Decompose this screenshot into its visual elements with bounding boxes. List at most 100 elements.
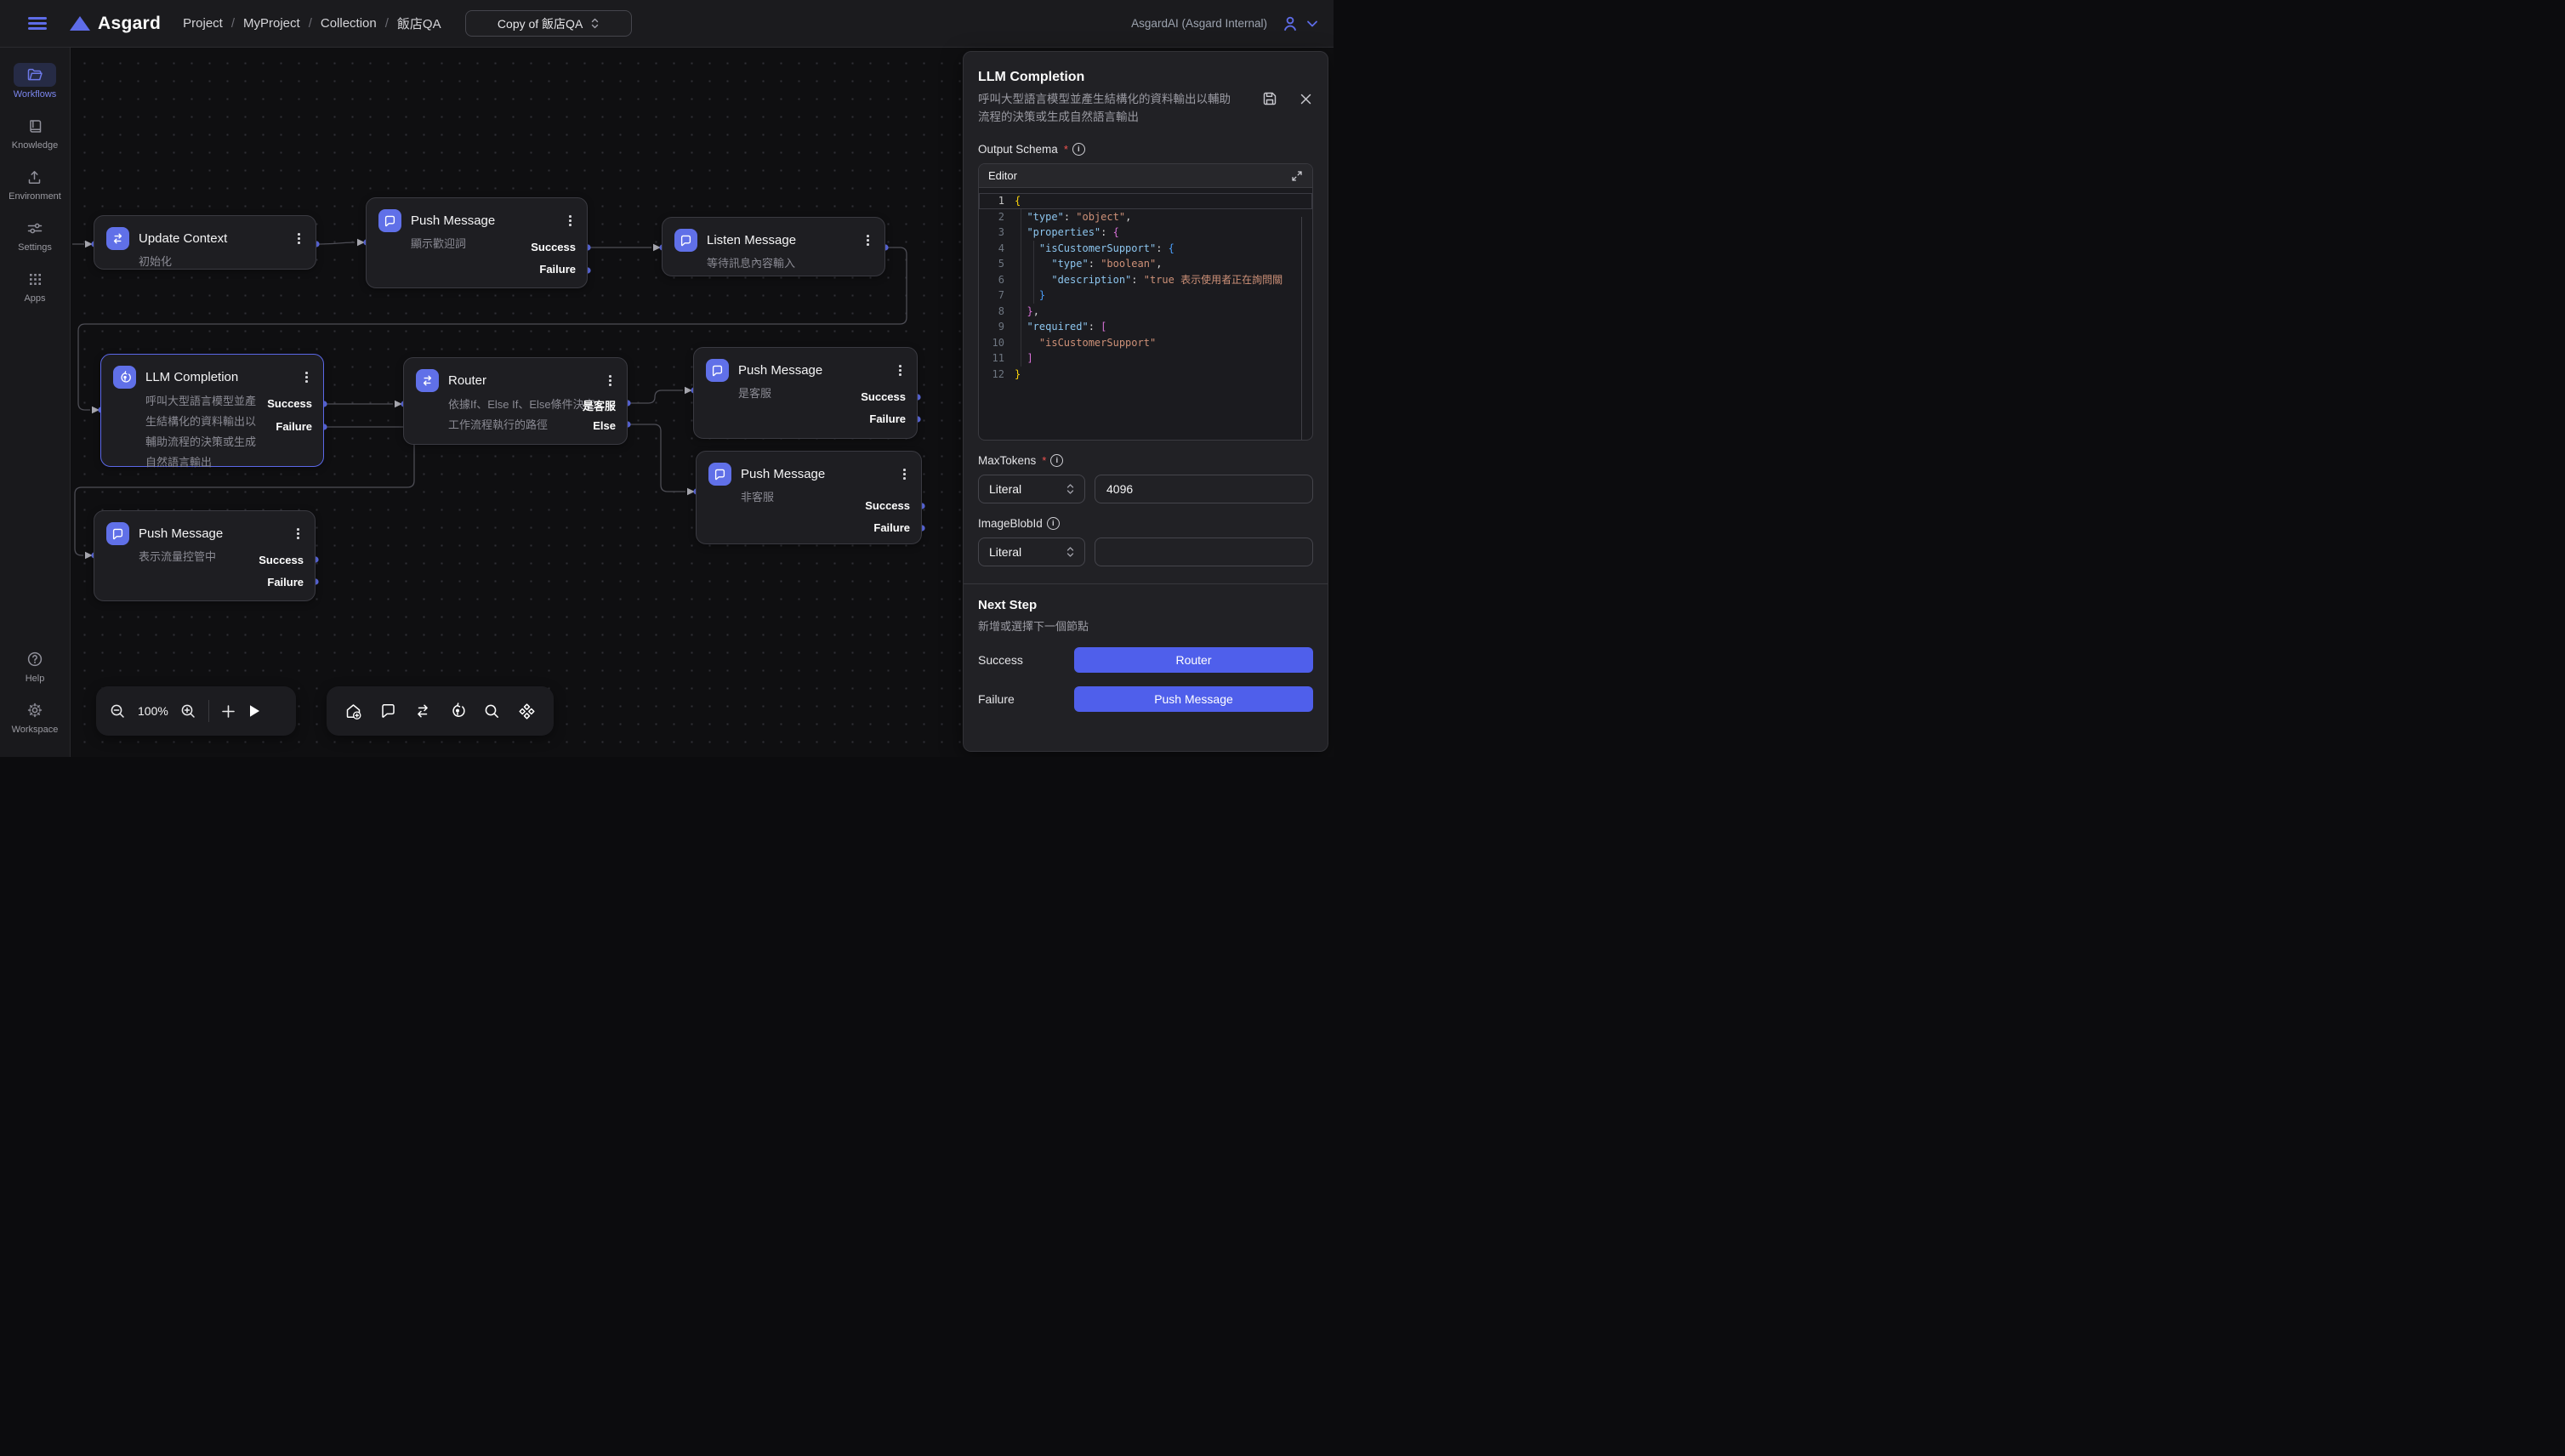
zoom-out-button[interactable] xyxy=(110,703,126,719)
workflow-selector[interactable]: Copy of 飯店QA xyxy=(465,10,632,37)
schema-editor[interactable]: Editor 1{2 "type": "object",3 "propertie… xyxy=(978,163,1313,441)
next-step-failure-button[interactable]: Push Message xyxy=(1074,686,1313,712)
image-blob-input[interactable] xyxy=(1095,537,1313,566)
close-icon[interactable] xyxy=(1300,93,1312,105)
gear-icon xyxy=(14,698,56,722)
output-label-success: Success xyxy=(259,554,304,566)
search-icon[interactable] xyxy=(484,703,500,719)
node-menu-icon[interactable] xyxy=(863,233,873,247)
next-step-subtitle: 新增或選擇下一個節點 xyxy=(978,617,1313,634)
code-line[interactable]: 5 "type": "boolean", xyxy=(979,256,1312,272)
output-label-failure: Failure xyxy=(267,576,304,589)
output-label-success: Success xyxy=(267,397,312,410)
code-line[interactable]: 12} xyxy=(979,367,1312,383)
image-blob-mode-select[interactable]: Literal xyxy=(978,537,1085,566)
workflow-selector-label: Copy of 飯店QA xyxy=(498,15,583,32)
breadcrumb-myproject[interactable]: MyProject xyxy=(243,16,300,31)
sidebar-item-workspace[interactable]: Workspace xyxy=(12,698,59,735)
sidebar-item-label: Workflows xyxy=(14,89,57,100)
code-line[interactable]: 2 "type": "object", xyxy=(979,209,1312,225)
sidebar-item-knowledge[interactable]: Knowledge xyxy=(12,114,58,151)
output-label-else: Else xyxy=(593,419,616,432)
breadcrumb-separator: / xyxy=(385,16,389,31)
node-menu-icon[interactable] xyxy=(896,363,905,378)
code-line[interactable]: 1{ xyxy=(979,193,1312,209)
code-line[interactable]: 8 }, xyxy=(979,304,1312,320)
image-blob-label: ImageBlobId i xyxy=(978,517,1313,530)
output-label-failure: Failure xyxy=(873,521,910,534)
node-llm-completion[interactable]: LLM Completion 呼叫大型語言模型並產生結構化的資料輸出以輔助流程的… xyxy=(100,354,324,467)
llm-node-icon[interactable] xyxy=(449,702,466,719)
chat-bubble-icon xyxy=(106,522,129,545)
updown-chevron-icon xyxy=(1066,483,1074,495)
breadcrumb-workflow[interactable]: 飯店QA xyxy=(397,14,441,32)
panel-description: 呼叫大型語言模型並產生結構化的資料輸出以輔助流程的決策或生成自然語言輸出 xyxy=(978,90,1233,126)
node-subtitle: 初始化 xyxy=(139,252,304,272)
breadcrumb-collection[interactable]: Collection xyxy=(321,16,377,31)
sidebar-item-settings[interactable]: Settings xyxy=(14,216,56,253)
node-title: Router xyxy=(448,373,486,388)
node-update-context[interactable]: Update Context 初始化 xyxy=(94,215,316,270)
user-icon[interactable] xyxy=(1281,14,1300,33)
toolbar-divider xyxy=(208,700,209,722)
node-push-message-throttle[interactable]: Push Message 表示流量控管中 Success Failure xyxy=(94,510,316,601)
node-config-panel: LLM Completion 呼叫大型語言模型並產生結構化的資料輸出以輔助流程的… xyxy=(963,51,1328,752)
breadcrumb-project[interactable]: Project xyxy=(183,16,223,31)
node-router[interactable]: Router 依據If、Else If、Else條件決定工作流程執行的路徑 是客… xyxy=(403,357,628,445)
add-node-icon[interactable] xyxy=(344,702,362,720)
fit-view-icon[interactable] xyxy=(518,702,536,720)
message-node-icon[interactable] xyxy=(380,703,396,719)
code-line[interactable]: 6 "description": "true 表示使用者正在詢問關 xyxy=(979,272,1312,288)
info-icon[interactable]: i xyxy=(1050,454,1063,467)
sidebar-item-workflows[interactable]: Workflows xyxy=(14,63,57,100)
sidebar-item-label: Knowledge xyxy=(12,140,58,151)
node-menu-icon[interactable] xyxy=(566,213,575,228)
zoom-in-button[interactable] xyxy=(180,703,196,719)
code-line[interactable]: 7 } xyxy=(979,287,1312,304)
code-area[interactable]: 1{2 "type": "object",3 "properties": {4 … xyxy=(979,188,1312,441)
node-menu-icon[interactable] xyxy=(900,467,909,481)
code-line[interactable]: 3 "properties": { xyxy=(979,225,1312,241)
output-label-customer: 是客服 xyxy=(583,397,616,413)
topbar: Asgard Project / MyProject / Collection … xyxy=(0,0,1334,48)
node-push-message-welcome[interactable]: Push Message 顯示歡迎詞 Success Failure xyxy=(366,197,588,288)
node-listen-message[interactable]: Listen Message 等待訊息內容輸入 xyxy=(662,217,885,276)
node-menu-icon[interactable] xyxy=(293,526,303,541)
code-line[interactable]: 9 "required": [ xyxy=(979,319,1312,335)
max-tokens-mode-select[interactable]: Literal xyxy=(978,475,1085,503)
edge-update-to-push xyxy=(316,242,355,244)
next-step-success-button[interactable]: Router xyxy=(1074,647,1313,673)
updown-chevron-icon xyxy=(591,17,599,30)
node-title: Push Message xyxy=(741,467,825,481)
info-icon[interactable]: i xyxy=(1072,143,1085,156)
code-line[interactable]: 10 "isCustomerSupport" xyxy=(979,335,1312,351)
node-menu-icon[interactable] xyxy=(302,370,311,384)
node-push-message-customer[interactable]: Push Message 是客服 Success Failure xyxy=(693,347,918,439)
run-button[interactable] xyxy=(247,703,261,719)
sidebar-item-apps[interactable]: Apps xyxy=(14,267,56,304)
code-line[interactable]: 11 ] xyxy=(979,350,1312,367)
swap-arrows-icon xyxy=(106,227,129,250)
max-tokens-input[interactable] xyxy=(1095,475,1313,503)
chevron-down-icon[interactable] xyxy=(1306,20,1318,28)
info-icon[interactable]: i xyxy=(1047,517,1060,530)
add-button[interactable] xyxy=(221,704,236,719)
menu-icon[interactable] xyxy=(28,17,47,30)
output-label-failure: Failure xyxy=(276,420,312,433)
topbar-right: AsgardAI (Asgard Internal) xyxy=(1131,14,1318,33)
node-push-message-not-customer[interactable]: Push Message 非客服 Success Failure xyxy=(696,451,922,544)
node-menu-icon[interactable] xyxy=(606,373,615,388)
output-label-success: Success xyxy=(531,241,576,253)
code-line[interactable]: 4 "isCustomerSupport": { xyxy=(979,241,1312,257)
sidebar-item-environment[interactable]: Environment xyxy=(9,165,61,202)
sidebar-item-label: Settings xyxy=(18,242,52,253)
node-subtitle: 依據If、Else If、Else條件決定工作流程執行的路徑 xyxy=(448,395,598,435)
sidebar-item-help[interactable]: Help xyxy=(14,647,56,684)
output-label-success: Success xyxy=(861,390,906,403)
panel-divider xyxy=(964,583,1328,584)
book-icon xyxy=(14,114,56,138)
expand-icon[interactable] xyxy=(1291,170,1303,182)
router-node-icon[interactable] xyxy=(414,704,431,718)
node-menu-icon[interactable] xyxy=(294,231,304,246)
save-icon[interactable] xyxy=(1262,91,1277,106)
